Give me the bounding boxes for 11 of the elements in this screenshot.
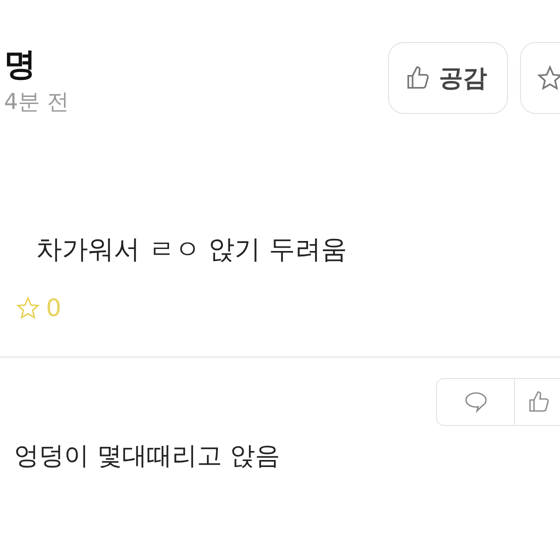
thumbs-up-icon xyxy=(527,390,551,414)
star-count: 0 xyxy=(46,293,62,324)
thumbs-up-icon xyxy=(405,65,431,91)
author-name: 명 xyxy=(4,44,37,85)
comment-body: 엉덩이 몇대때리고 앉음 xyxy=(13,440,281,472)
star-icon xyxy=(537,65,560,91)
speech-bubble-icon xyxy=(464,391,488,413)
like-button[interactable]: 공감 xyxy=(388,42,508,114)
star-icon xyxy=(16,296,40,320)
post-time: 4분 전 xyxy=(4,89,69,117)
post-body: 차가워서 ㄹㅇ 앉기 두려움 xyxy=(35,234,348,267)
